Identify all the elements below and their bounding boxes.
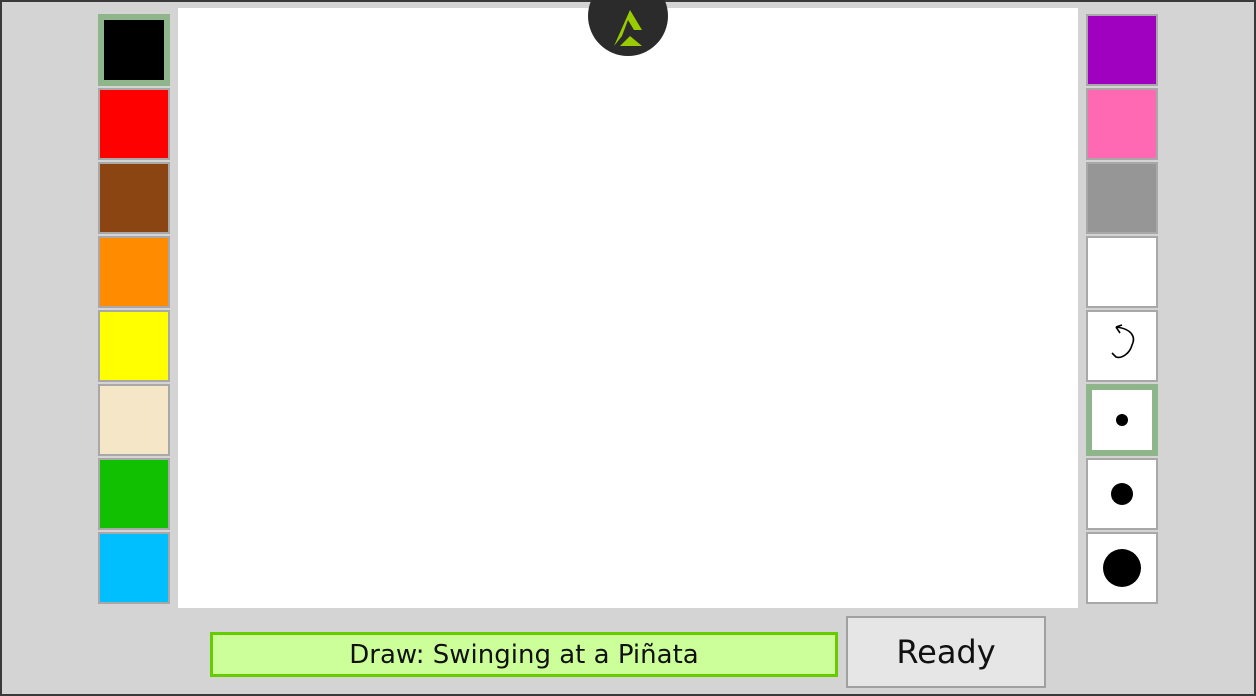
undo-icon	[1111, 324, 1135, 359]
small-dot-icon	[1116, 414, 1128, 426]
color-purple-swatch[interactable]	[1086, 14, 1158, 86]
undo-button[interactable]	[1086, 310, 1158, 382]
color-brown-swatch[interactable]	[98, 162, 170, 234]
color-white-swatch[interactable]	[1086, 236, 1158, 308]
drawing-prompt: Draw: Swinging at a Piñata	[210, 632, 838, 677]
brush-small-button[interactable]	[1086, 384, 1158, 456]
logo-icon	[614, 10, 642, 46]
ready-button[interactable]: Ready	[846, 616, 1046, 688]
prompt-text: Draw: Swinging at a Piñata	[349, 639, 699, 670]
large-dot-icon	[1103, 549, 1141, 587]
brush-large-button[interactable]	[1086, 532, 1158, 604]
drawing-canvas[interactable]	[178, 8, 1078, 608]
color-pink-swatch[interactable]	[1086, 88, 1158, 160]
color-beige-swatch[interactable]	[98, 384, 170, 456]
color-yellow-swatch[interactable]	[98, 310, 170, 382]
medium-dot-icon	[1111, 483, 1133, 505]
color-red-swatch[interactable]	[98, 88, 170, 160]
ready-label: Ready	[896, 633, 996, 671]
color-gray-swatch[interactable]	[1086, 162, 1158, 234]
color-palette-right	[1086, 14, 1158, 606]
color-black-swatch[interactable]	[98, 14, 170, 86]
color-green-swatch[interactable]	[98, 458, 170, 530]
color-sky-blue-swatch[interactable]	[98, 532, 170, 604]
brush-medium-button[interactable]	[1086, 458, 1158, 530]
color-palette-left	[98, 14, 170, 606]
color-orange-swatch[interactable]	[98, 236, 170, 308]
